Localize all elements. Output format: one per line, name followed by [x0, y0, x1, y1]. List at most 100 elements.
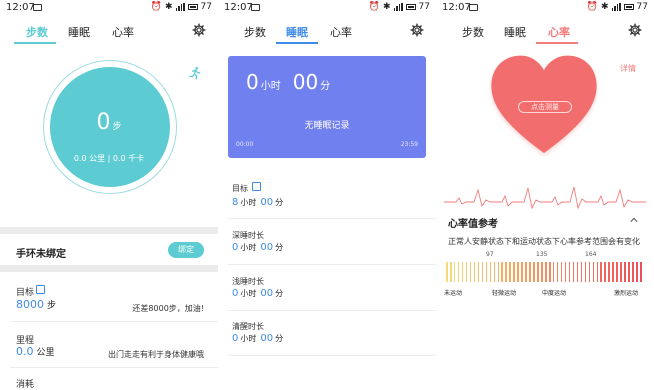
zone-bar [529, 262, 531, 282]
tab-heart[interactable]: 心率 [330, 24, 352, 40]
zone-bar [517, 262, 519, 282]
steps-value: 0 [96, 110, 111, 135]
zone-bar [560, 262, 563, 282]
zone-bar [493, 262, 496, 282]
zone-bar [604, 262, 606, 282]
deep-minutes: 00 [260, 242, 274, 253]
goal-value: 8000 步 [16, 298, 56, 311]
battery-level: 77 [636, 2, 648, 12]
steps-count: 0步 [0, 110, 218, 135]
image-notification-icon [33, 4, 42, 11]
status-bar: 12:07 ⏰ ✱ 77 [436, 0, 654, 16]
tab-sleep[interactable]: 睡眠 [286, 24, 308, 40]
tab-steps[interactable]: 步数 [462, 24, 484, 40]
alarm-icon: ⏰ [150, 2, 162, 12]
status-time: 12:07 [224, 2, 253, 13]
heart-reference-desc: 正常人安静状态下和运动状态下心率参考范围会有变化 [448, 237, 640, 246]
goal-note: 还差8000步，加油! [132, 304, 204, 313]
gear-icon[interactable] [192, 23, 206, 37]
tab-heart[interactable]: 心率 [112, 24, 134, 40]
zone-bar [457, 262, 460, 282]
tab-heart[interactable]: 心率 [548, 24, 570, 40]
tab-bar: 步数 睡眠 心率 [218, 20, 436, 44]
distance-note: 出门走走有利于身体健康哦 [108, 350, 204, 359]
gear-icon[interactable] [410, 23, 424, 37]
zone-bar [564, 262, 567, 282]
gear-icon[interactable] [628, 23, 642, 37]
calories-label: 消耗 [16, 380, 35, 390]
row-divider [228, 264, 436, 265]
heart-rate-zone-bar [446, 262, 644, 282]
tab-sleep[interactable]: 睡眠 [68, 24, 90, 40]
measure-button[interactable]: 点击测量 [518, 101, 572, 113]
edit-icon[interactable] [252, 182, 261, 191]
deep-sleep-label: 深睡时长 [232, 231, 264, 240]
bind-button[interactable]: 绑定 [168, 242, 204, 258]
zone-bar [588, 262, 591, 282]
sleep-total: 0 小时 00 分 [246, 70, 330, 94]
zone-bar [450, 262, 452, 282]
zone-bar [485, 262, 488, 282]
zone-bar [465, 262, 468, 282]
detail-link[interactable]: 详情 [620, 63, 636, 74]
zone-bar [521, 262, 523, 282]
zone-bar [600, 262, 602, 282]
zone-bar [580, 262, 583, 282]
row-divider [228, 218, 436, 219]
h-unit: 小时 [240, 198, 257, 207]
distance-calorie-summary: 0.0 公里 | 0.0 千卡 [73, 154, 145, 163]
sleep-hours: 0 [246, 70, 259, 94]
signal-icon [393, 3, 403, 11]
zone-label: 激烈运动 [614, 290, 639, 297]
chevron-up-icon[interactable] [630, 216, 638, 224]
zone-bar [481, 262, 484, 282]
zone-bar [576, 262, 579, 282]
sleep-screen: 12:07 ⏰ ✱ 77 步数 睡眠 心率 0 小时 00 分 无睡眠记录 00:00… [218, 0, 436, 390]
bluetooth-icon: ✱ [383, 2, 391, 12]
h-unit: 小时 [240, 334, 257, 343]
tab-indicator [14, 42, 56, 44]
signal-icon [175, 3, 185, 11]
goal-number: 8000 [16, 298, 44, 311]
heart-rate-screen: 12:07 ⏰ ✱ 77 步数 睡眠 心率 点击测量 详情 心率值参考 正常人安… [436, 0, 654, 390]
running-icon[interactable] [188, 66, 202, 80]
sleep-goal-value: 8 小时 00 分 [232, 197, 287, 208]
m-unit: 分 [275, 334, 284, 343]
timeline-start: 00:00 [236, 141, 254, 148]
image-notification-icon [251, 4, 260, 11]
zone-bar [497, 262, 500, 282]
tick-label: 97 [486, 251, 494, 258]
row-divider [228, 310, 436, 311]
zone-bar [592, 262, 595, 282]
zone-bar [477, 262, 480, 282]
zone-bar [632, 262, 634, 282]
battery-icon [405, 4, 416, 10]
tab-indicator [276, 42, 318, 44]
zone-bar [572, 262, 575, 282]
h-unit: 小时 [240, 243, 257, 252]
status-bar: 12:07 ⏰ ✱ 77 [0, 0, 218, 16]
zone-bar [541, 262, 543, 282]
tab-steps[interactable]: 步数 [244, 24, 266, 40]
zone-bar [636, 262, 638, 282]
tab-sleep[interactable]: 睡眠 [504, 24, 526, 40]
bluetooth-icon: ✱ [165, 2, 173, 12]
tab-steps[interactable]: 步数 [26, 24, 48, 40]
m-unit: 分 [275, 198, 284, 207]
image-notification-icon [469, 4, 478, 11]
band-status-label: 手环未绑定 [16, 249, 66, 260]
zone-bar [533, 262, 535, 282]
steps-screen: 12:07 ⏰ ✱ 77 步数 睡眠 心率 0步 0.0 公里 | 0.0 千卡… [0, 0, 218, 390]
light-hours: 0 [232, 288, 239, 299]
zone-bar [473, 262, 476, 282]
battery-level: 77 [418, 2, 430, 12]
sleep-minutes: 00 [292, 70, 319, 94]
goal-unit: 步 [47, 301, 57, 311]
deep-hours: 0 [232, 242, 239, 253]
edit-icon[interactable] [36, 285, 45, 294]
distance-unit: 公里 [36, 348, 55, 358]
no-sleep-record: 无睡眠记录 [304, 121, 350, 131]
light-minutes: 00 [260, 288, 274, 299]
zone-bar [608, 262, 610, 282]
band-bind-row: 手环未绑定 绑定 [0, 236, 218, 264]
